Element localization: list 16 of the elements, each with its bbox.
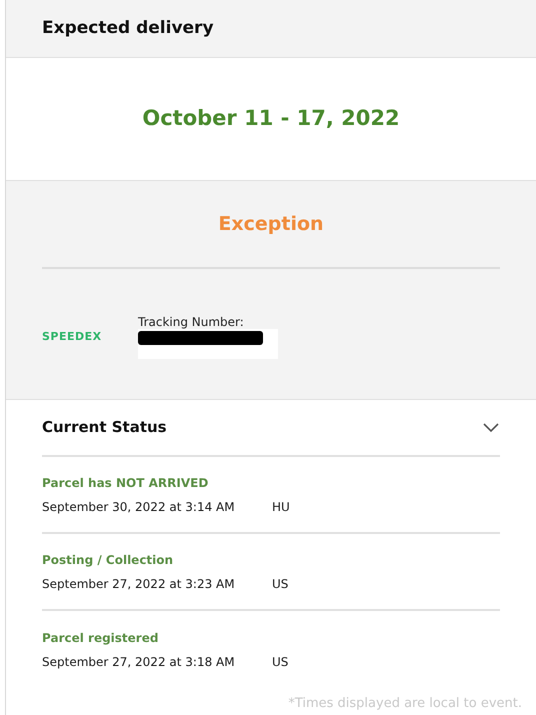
event-title: Posting / Collection	[42, 552, 174, 568]
tracking-label: Tracking Number:	[138, 315, 245, 329]
carrier-logo: SPEEDEX	[42, 328, 103, 345]
section-title: Current Status	[42, 417, 167, 438]
event-time: September 30, 2022 at 3:14 AM	[42, 498, 236, 516]
delivery-date-range: October 11 - 17, 2022	[142, 105, 400, 132]
event-time: September 27, 2022 at 3:18 AM	[42, 654, 236, 670]
event-location: HU	[272, 498, 290, 516]
event-time: September 27, 2022 at 3:23 AM	[42, 576, 236, 592]
shipment-status: Exception	[218, 212, 324, 237]
event-location: US	[272, 576, 288, 592]
chevron-icon	[483, 422, 499, 432]
event-title: Parcel has NOT ARRIVED	[42, 474, 210, 492]
event-title: Parcel registered	[42, 630, 160, 646]
event-location: US	[272, 654, 288, 670]
header-title: Expected delivery	[42, 16, 214, 40]
